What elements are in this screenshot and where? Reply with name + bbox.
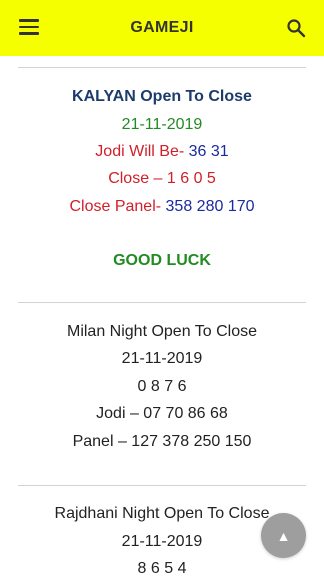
jodi-label: Jodi Will Be-: [95, 143, 185, 160]
app-title: GAMEJI: [130, 19, 194, 36]
panel-line: Panel – 127 378 250 150: [72, 433, 252, 450]
close-panel-label: Close Panel-: [69, 198, 162, 215]
post-heading: Milan Night Open To Close: [66, 323, 258, 340]
divider: [18, 67, 306, 68]
post-date: 21-11-2019: [121, 116, 203, 133]
jodi-line: Jodi Will Be- 36 31: [0, 141, 324, 163]
open-digits: 0 8 7 6: [137, 378, 187, 395]
scroll-to-top-button[interactable]: ▲: [261, 513, 306, 558]
hamburger-menu-icon[interactable]: [19, 19, 39, 35]
post-heading: KALYAN Open To Close: [72, 88, 252, 105]
good-luck-text: GOOD LUCK: [113, 252, 211, 269]
jodi-value: 36 31: [188, 143, 229, 160]
app-bar: GAMEJI: [0, 0, 324, 56]
divider: [18, 485, 306, 486]
post-date: 21-11-2019: [121, 350, 203, 367]
close-line: Close – 1 6 0 5: [108, 170, 216, 187]
open-digits: 8 6 5 4: [137, 560, 187, 577]
close-panel-value: 358 280 170: [165, 198, 255, 215]
jodi-line: Jodi – 07 70 86 68: [96, 405, 228, 422]
close-panel-line: Close Panel- 358 280 170: [0, 196, 324, 218]
divider: [18, 302, 306, 303]
search-icon[interactable]: [286, 18, 306, 38]
scroll-to-top-arrow-icon: ▲: [276, 527, 291, 544]
